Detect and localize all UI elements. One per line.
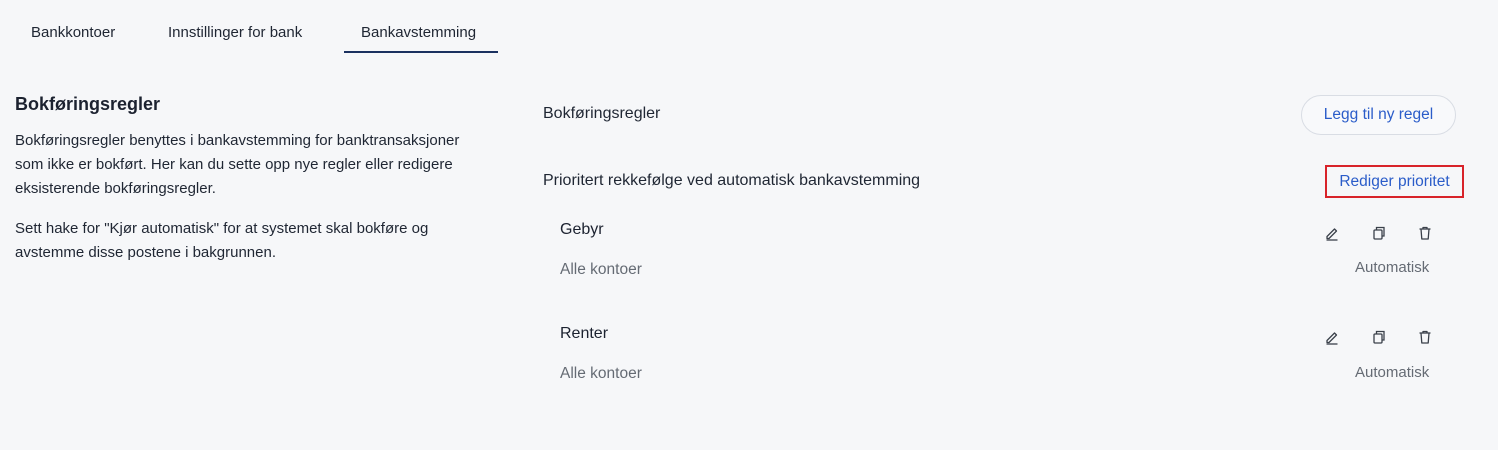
active-tab-indicator xyxy=(344,51,498,53)
pencil-icon[interactable] xyxy=(1322,327,1342,347)
tab-bankkontoer[interactable]: Bankkontoer xyxy=(31,24,115,41)
rule-accounts: Alle kontoer xyxy=(560,365,642,382)
priority-heading: Prioritert rekkefølge ved automatisk ban… xyxy=(543,172,921,189)
description-paragraph: Bokføringsregler benyttes i bankavstemmi… xyxy=(15,132,460,197)
tab-innstillinger-for-bank[interactable]: Innstillinger for bank xyxy=(168,24,302,41)
trash-icon[interactable] xyxy=(1415,327,1435,347)
copy-icon[interactable] xyxy=(1369,327,1389,347)
tab-bankavstemming[interactable]: Bankavstemming xyxy=(361,24,476,41)
edit-priority-link[interactable]: Rediger prioritet xyxy=(1325,165,1464,198)
rule-mode: Automatisk xyxy=(1355,364,1430,381)
rule-accounts: Alle kontoer xyxy=(560,261,642,278)
rule-mode: Automatisk xyxy=(1355,259,1430,276)
pencil-icon[interactable] xyxy=(1322,223,1342,243)
section-title: Bokføringsregler xyxy=(15,94,161,114)
rule-name: Renter xyxy=(560,325,609,342)
tab-bar: Bankkontoer Innstillinger for bank Banka… xyxy=(0,0,1498,54)
rule-name: Gebyr xyxy=(560,221,604,238)
add-rule-button[interactable]: Legg til ny regel xyxy=(1301,95,1456,135)
copy-icon[interactable] xyxy=(1369,223,1389,243)
trash-icon[interactable] xyxy=(1415,223,1435,243)
automatic-hint-paragraph: Sett hake for "Kjør automatisk" for at s… xyxy=(15,220,429,261)
rules-panel-title: Bokføringsregler xyxy=(543,105,661,122)
